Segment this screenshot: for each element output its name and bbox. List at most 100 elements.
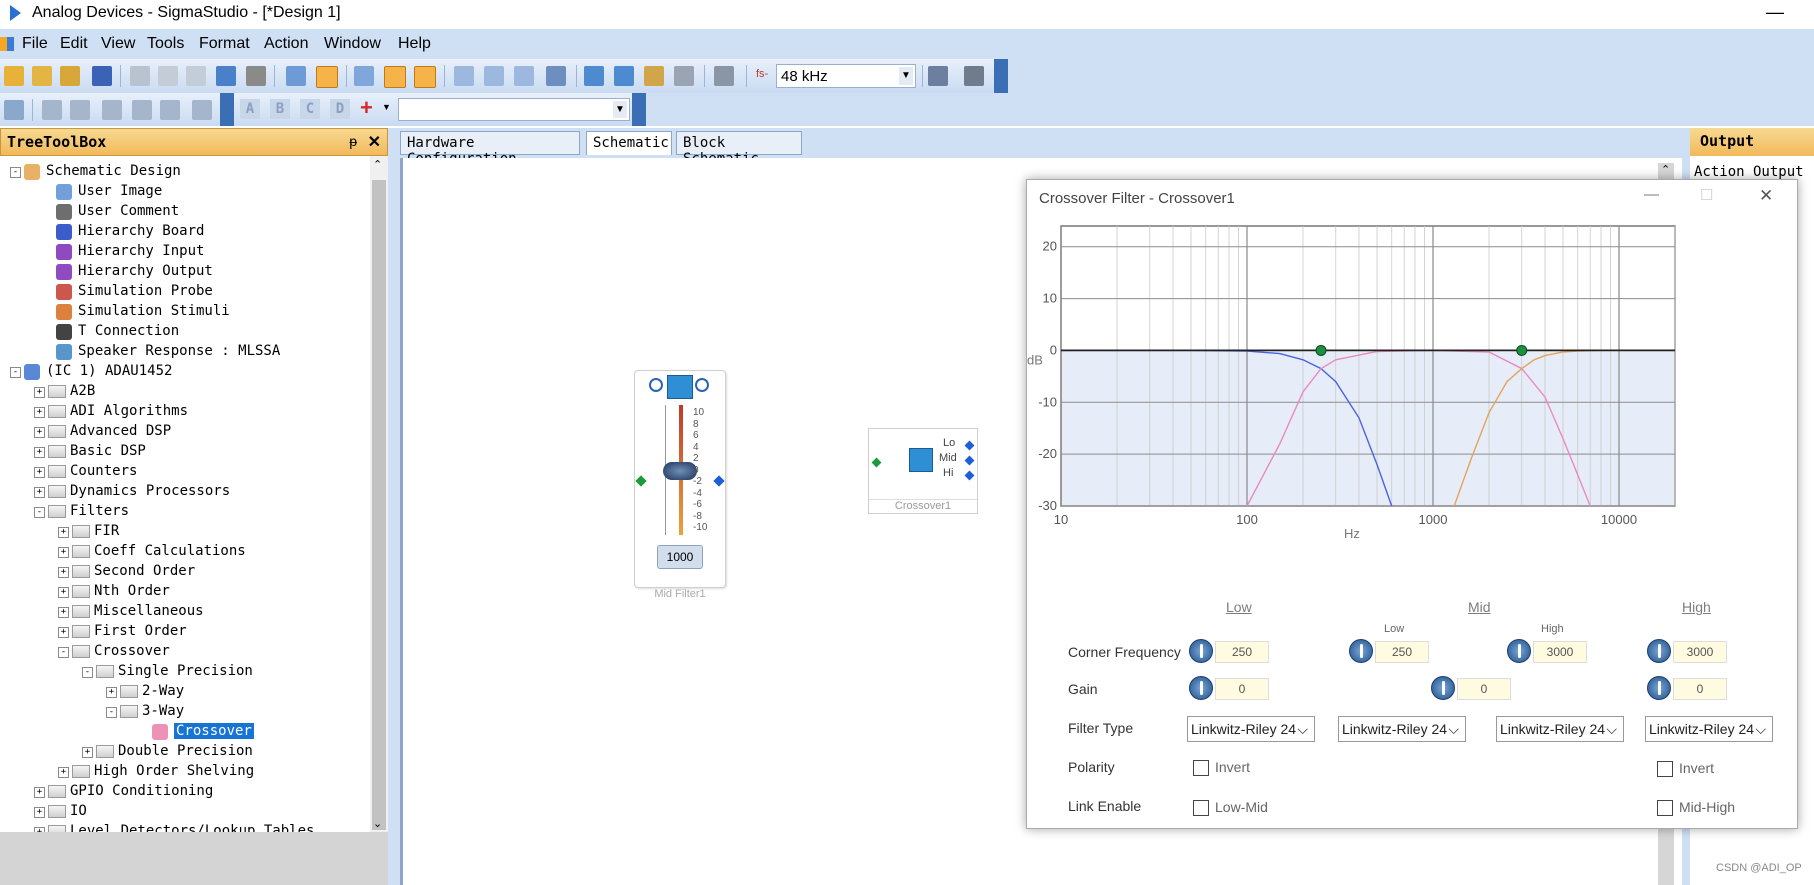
style-d-button[interactable]: D (330, 99, 350, 119)
low-corner-value[interactable]: 250 (1215, 641, 1269, 663)
probe-tool-icon[interactable] (964, 66, 984, 86)
distribute-h-icon[interactable] (160, 100, 180, 120)
tab-block-schematic[interactable]: Block Schematic (676, 131, 802, 167)
open-folder-icon[interactable] (32, 66, 52, 86)
output-pin-mid[interactable] (964, 455, 975, 466)
low-gain-knob[interactable] (1189, 676, 1213, 700)
expand-icon[interactable]: + (58, 527, 69, 538)
output-pin-hi[interactable] (964, 470, 975, 481)
band-low-link[interactable]: Low (1226, 599, 1252, 615)
distribute-v-icon[interactable] (192, 100, 212, 120)
pin-icon[interactable]: ᵽ (349, 133, 357, 149)
expand-icon[interactable]: + (34, 467, 45, 478)
expand-icon[interactable]: + (58, 627, 69, 638)
expand-icon[interactable]: + (34, 487, 45, 498)
new-project-icon[interactable] (4, 66, 24, 86)
format-select[interactable]: ▼ (398, 98, 630, 121)
add-button[interactable]: + (360, 95, 373, 121)
mid-gain-knob[interactable] (1431, 676, 1455, 700)
expand-icon[interactable]: + (58, 547, 69, 558)
mid-low-filter-type-select[interactable]: Linkwitz-Riley 24 ⌵ (1338, 716, 1466, 742)
mid-low-corner-knob[interactable] (1349, 639, 1373, 663)
tab-hardware-configuration[interactable]: Hardware Configuration (400, 131, 580, 167)
collapse-icon[interactable]: - (58, 647, 69, 658)
mid-high-filter-type-select[interactable]: Linkwitz-Riley 24 ⌵ (1496, 716, 1624, 742)
expand-icon[interactable]: + (34, 407, 45, 418)
menu-help[interactable]: Help (398, 35, 431, 53)
compile-download-icon[interactable] (614, 66, 634, 86)
frequency-value[interactable]: 1000 (657, 545, 703, 569)
crossover-block[interactable]: Lo Mid Hi Crossover1 (868, 428, 978, 514)
collapse-icon[interactable]: - (10, 167, 21, 178)
panel-icon[interactable] (384, 66, 406, 88)
open-recent-icon[interactable] (60, 66, 80, 86)
band-mid-link[interactable]: Mid (1468, 599, 1491, 615)
splitter[interactable] (388, 128, 400, 885)
expand-icon[interactable]: + (58, 567, 69, 578)
mid-filter-block[interactable]: 10 8 6 4 2 0 -2 -4 -6 -8 -10 1000 (634, 370, 726, 588)
collapse-icon[interactable]: - (10, 367, 21, 378)
tab-schematic[interactable]: Schematic (586, 131, 672, 155)
style-a-button[interactable]: A (240, 99, 260, 119)
dialog-minimize-button[interactable]: — (1644, 186, 1659, 203)
chevron-down-icon[interactable]: ▼ (613, 101, 627, 118)
cut-icon[interactable] (130, 66, 150, 86)
menu-window[interactable]: Window (324, 35, 381, 53)
tile-vertical-icon[interactable] (514, 66, 534, 86)
menu-format[interactable]: Format (199, 35, 250, 53)
mid-high-link-checkbox[interactable] (1657, 800, 1673, 816)
expand-icon[interactable]: + (58, 587, 69, 598)
menu-file[interactable]: File (22, 35, 48, 53)
low-invert-checkbox[interactable] (1193, 760, 1209, 776)
link-mode-icon[interactable] (316, 66, 338, 88)
paste-icon[interactable] (186, 66, 206, 86)
dialog-close-button[interactable]: ✕ (1759, 186, 1773, 206)
disk-icon[interactable] (674, 66, 694, 86)
window-icon[interactable] (354, 66, 374, 86)
low-corner-knob[interactable] (1189, 639, 1213, 663)
expand-icon[interactable]: + (34, 447, 45, 458)
band-high-link[interactable]: High (1682, 599, 1711, 615)
align-bottom-icon[interactable] (132, 100, 152, 120)
settings-icon[interactable] (928, 66, 948, 86)
menu-action[interactable]: Action (264, 35, 308, 53)
hierarchy-icon[interactable] (714, 66, 734, 86)
expand-icon[interactable]: + (34, 387, 45, 398)
dialog-maximize-button[interactable]: ☐ (1700, 186, 1713, 204)
download-icon[interactable] (644, 66, 664, 86)
copy-icon[interactable] (158, 66, 178, 86)
mid-high-corner-knob[interactable] (1507, 639, 1531, 663)
high-gain-knob[interactable] (1647, 676, 1671, 700)
low-mid-link-checkbox[interactable] (1193, 800, 1209, 816)
expand-icon[interactable]: + (58, 607, 69, 618)
chevron-down-icon[interactable]: ▼ (899, 67, 913, 85)
high-gain-value[interactable]: 0 (1673, 678, 1727, 700)
menu-view[interactable]: View (101, 35, 135, 53)
high-invert-checkbox[interactable] (1657, 761, 1673, 777)
scroll-up-icon[interactable]: ⌃ (1661, 163, 1670, 176)
cascade-icon[interactable] (454, 66, 474, 86)
collapse-icon[interactable]: - (34, 507, 45, 518)
input-pin[interactable] (635, 475, 647, 487)
low-gain-value[interactable]: 0 (1215, 678, 1269, 700)
collapse-icon[interactable]: - (106, 707, 117, 718)
high-filter-type-select[interactable]: Linkwitz-Riley 24 ⌵ (1645, 716, 1773, 742)
high-corner-knob[interactable] (1647, 639, 1671, 663)
link-compile-download-icon[interactable] (584, 66, 604, 86)
add-dropdown-icon[interactable]: ▼ (382, 102, 391, 112)
redo-icon[interactable] (246, 66, 266, 86)
low-filter-type-select[interactable]: Linkwitz-Riley 24 ⌵ (1187, 716, 1315, 742)
mid-high-corner-value[interactable]: 3000 (1533, 641, 1587, 663)
output-pin-lo[interactable] (964, 440, 975, 451)
slider-handle[interactable] (663, 461, 697, 480)
compile-icon[interactable] (546, 66, 566, 86)
undo-icon[interactable] (216, 66, 236, 86)
align-top-icon[interactable] (102, 100, 122, 120)
scroll-down-icon[interactable]: ⌄ (373, 817, 382, 830)
power-icon[interactable] (649, 378, 663, 392)
toolbar3-overflow-icon[interactable] (632, 93, 646, 126)
scroll-up-icon[interactable]: ⌃ (373, 158, 382, 171)
minimize-button[interactable]: — (1766, 2, 1784, 23)
sample-rate-select[interactable]: 48 kHz ▼ (776, 64, 916, 88)
frequency-response-chart[interactable]: 20100-10-20-3010 100 1000 10000HzdB (1027, 222, 1797, 562)
